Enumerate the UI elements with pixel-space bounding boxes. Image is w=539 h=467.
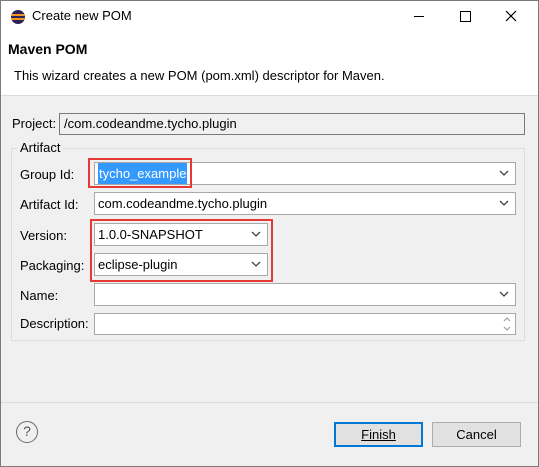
artifact-id-value: com.codeandme.tycho.plugin bbox=[98, 196, 268, 211]
description-textarea[interactable] bbox=[94, 313, 516, 335]
finish-label: Finish bbox=[361, 427, 396, 442]
project-label: Project: bbox=[12, 116, 57, 131]
artifact-group-label: Artifact bbox=[17, 140, 64, 155]
artifact-id-combo[interactable]: com.codeandme.tycho.plugin bbox=[94, 192, 516, 215]
group-id-combo[interactable]: tycho_example bbox=[94, 162, 516, 185]
version-value: 1.0.0-SNAPSHOT bbox=[98, 227, 203, 242]
chevron-down-icon[interactable] bbox=[499, 200, 509, 207]
description-label: Description: bbox=[20, 316, 89, 331]
maximize-icon[interactable] bbox=[442, 1, 488, 31]
close-icon[interactable] bbox=[488, 1, 534, 31]
packaging-label: Packaging: bbox=[20, 258, 85, 273]
project-field: /com.codeandme.tycho.plugin bbox=[59, 113, 525, 135]
chevron-down-icon[interactable] bbox=[499, 170, 509, 177]
cancel-button[interactable]: Cancel bbox=[432, 422, 521, 447]
chevron-down-icon[interactable] bbox=[251, 261, 261, 268]
chevron-down-icon[interactable] bbox=[251, 231, 261, 238]
wizard-header: Maven POM This wizard creates a new POM … bbox=[1, 31, 538, 95]
name-combo[interactable] bbox=[94, 283, 516, 306]
version-combo[interactable]: 1.0.0-SNAPSHOT bbox=[94, 223, 268, 246]
eclipse-icon bbox=[11, 10, 25, 24]
dialog-window: Create new POM Maven POM This wizard cre… bbox=[0, 0, 539, 467]
group-id-value: tycho_example bbox=[98, 163, 188, 184]
page-title: Maven POM bbox=[8, 41, 88, 57]
footer-divider bbox=[1, 402, 538, 403]
help-icon[interactable]: ? bbox=[16, 421, 38, 443]
scroll-arrows-icon[interactable] bbox=[501, 315, 513, 333]
packaging-combo[interactable]: eclipse-plugin bbox=[94, 253, 268, 276]
packaging-value: eclipse-plugin bbox=[98, 257, 178, 272]
group-id-label: Group Id: bbox=[20, 167, 75, 182]
minimize-icon[interactable] bbox=[396, 1, 442, 31]
artifact-id-label: Artifact Id: bbox=[20, 197, 79, 212]
name-label: Name: bbox=[20, 288, 59, 303]
version-label: Version: bbox=[20, 228, 67, 243]
title-bar: Create new POM bbox=[1, 1, 538, 31]
finish-button[interactable]: Finish bbox=[334, 422, 423, 447]
chevron-down-icon[interactable] bbox=[499, 291, 509, 298]
header-divider bbox=[1, 95, 538, 96]
window-title: Create new POM bbox=[32, 8, 132, 23]
page-description: This wizard creates a new POM (pom.xml) … bbox=[14, 68, 385, 83]
